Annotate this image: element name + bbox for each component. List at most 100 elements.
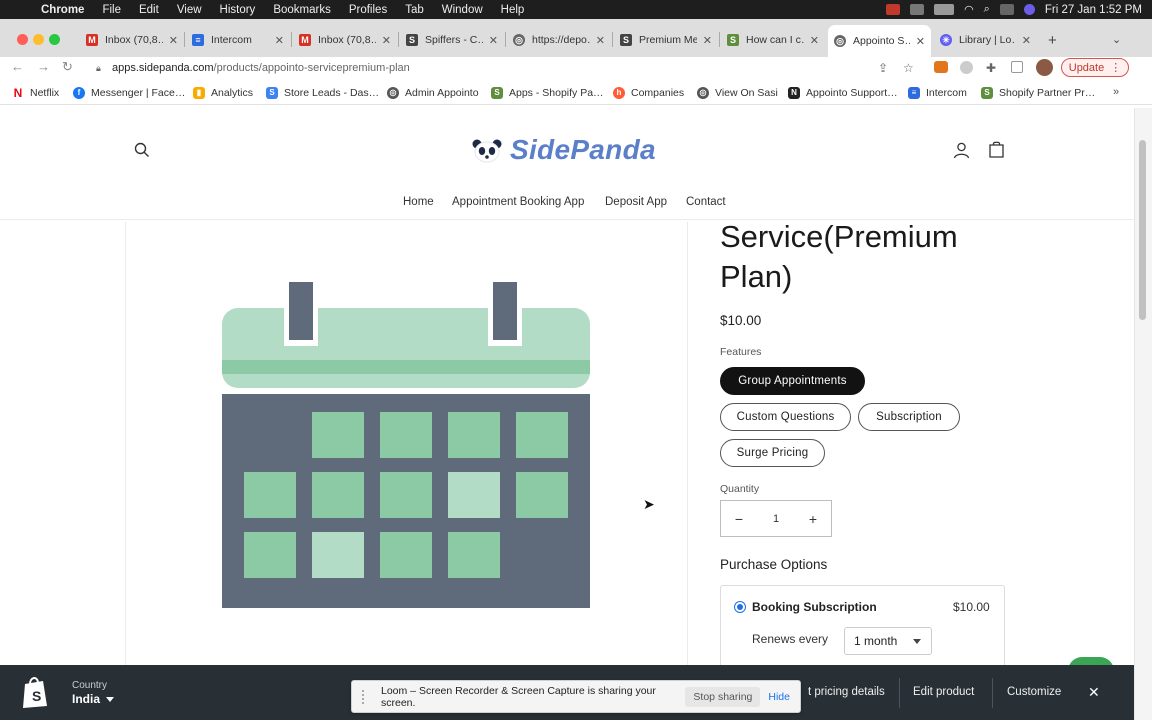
bookmark-star-icon[interactable]: ☆ — [903, 61, 914, 75]
close-icon[interactable]: ✕ — [703, 34, 712, 47]
metamask-extension-icon[interactable] — [934, 61, 948, 73]
edit-product-button[interactable]: Edit product — [913, 686, 974, 698]
customize-button[interactable]: Customize — [1007, 686, 1061, 698]
record-status-icon[interactable] — [886, 4, 901, 15]
renew-interval-select[interactable]: 1 month — [844, 627, 932, 655]
close-icon[interactable]: ✕ — [169, 34, 178, 47]
nav-contact[interactable]: Contact — [686, 196, 726, 208]
close-icon[interactable]: ✕ — [810, 34, 819, 47]
close-icon[interactable]: ✕ — [916, 35, 925, 48]
subscription-radio[interactable] — [734, 601, 746, 613]
control-center-icon[interactable] — [999, 4, 1014, 15]
shopify-bag-icon[interactable]: S — [20, 675, 50, 709]
country-selector[interactable]: India — [72, 692, 115, 706]
feature-group-appointments[interactable]: Group Appointments — [720, 367, 865, 395]
menu-profiles[interactable]: Profiles — [340, 4, 396, 16]
minus-icon[interactable]: − — [721, 511, 757, 527]
fullscreen-window-icon[interactable] — [49, 34, 60, 45]
nav-appointment-booking-app[interactable]: Appointment Booking App — [452, 196, 584, 208]
profile-avatar[interactable] — [1036, 59, 1053, 76]
bookmark-companies[interactable]: h Companies — [613, 87, 684, 99]
pricing-details-button[interactable]: t pricing details — [808, 686, 885, 698]
tab-inbox-1[interactable]: M Inbox (70,8… ✕ — [80, 27, 184, 53]
search-icon[interactable] — [134, 142, 150, 158]
feature-subscription[interactable]: Subscription — [858, 403, 960, 431]
tab-appointo-active[interactable]: ◎ Appointo S… ✕ — [828, 25, 931, 57]
menu-history[interactable]: History — [211, 4, 265, 16]
tab-depo[interactable]: ◎ https://depo… ✕ — [507, 27, 611, 53]
more-bookmarks-chevron-icon[interactable]: » — [1113, 86, 1119, 98]
close-icon[interactable]: ✕ — [1088, 684, 1100, 701]
bookmark-apps-shopify[interactable]: S Apps - Shopify Pa… — [491, 87, 604, 99]
stop-sharing-button[interactable]: Stop sharing — [685, 686, 761, 707]
drag-handle-icon[interactable] — [362, 689, 370, 704]
tab-spiffers[interactable]: S Spiffers - C… ✕ — [400, 27, 504, 53]
wifi-icon[interactable]: ◠ — [964, 3, 974, 16]
bookmark-netflix[interactable]: N Netflix — [12, 87, 60, 99]
bookmark-label: Apps - Shopify Pa… — [509, 87, 604, 99]
bookmark-messenger[interactable]: f Messenger | Face… — [73, 87, 185, 99]
close-window-icon[interactable] — [17, 34, 28, 45]
tab-intercom[interactable]: ≡ Intercom ✕ — [186, 27, 290, 53]
nav-home[interactable]: Home — [403, 196, 434, 208]
lock-icon[interactable]: 🔒︎ — [96, 63, 112, 74]
close-icon[interactable]: ✕ — [382, 34, 391, 47]
minimize-window-icon[interactable] — [33, 34, 44, 45]
tab-search-chevron-icon[interactable]: ⌄ — [1112, 33, 1121, 46]
cart-icon[interactable] — [988, 141, 1005, 159]
tab-how-can-i[interactable]: S How can I c… ✕ — [721, 27, 825, 53]
bookmark-view-on-sasi[interactable]: ◎ View On Sasi — [697, 87, 778, 99]
bluetooth-icon[interactable] — [910, 4, 925, 15]
bookmark-analytics[interactable]: ▮ Analytics — [193, 87, 253, 99]
store-logo[interactable]: SidePanda — [470, 134, 656, 166]
plus-icon[interactable]: + — [795, 511, 831, 527]
menu-bookmarks[interactable]: Bookmarks — [264, 4, 340, 16]
tab-inbox-2[interactable]: M Inbox (70,8… ✕ — [293, 27, 397, 53]
close-icon[interactable]: ✕ — [596, 34, 605, 47]
menubar-clock[interactable]: Fri 27 Jan 1:52 PM — [1045, 4, 1142, 16]
menu-window[interactable]: Window — [433, 4, 492, 16]
hide-banner-button[interactable]: Hide — [768, 691, 790, 703]
reload-icon[interactable]: ↻ — [62, 59, 73, 75]
quantity-stepper: − 1 + — [720, 500, 832, 537]
intercom-icon: ≡ — [192, 34, 204, 46]
close-icon[interactable]: ✕ — [489, 34, 498, 47]
bookmark-store-leads[interactable]: S Store Leads - Das… — [266, 87, 379, 99]
menu-file[interactable]: File — [93, 4, 130, 16]
bookmark-appointo-support[interactable]: N Appointo Support… — [788, 87, 898, 99]
address-bar[interactable]: 🔒︎ apps.sidepanda.com/products/appointo-… — [88, 58, 848, 78]
side-panel-icon[interactable] — [1011, 61, 1023, 73]
bookmark-shopify-partner[interactable]: S Shopify Partner Pr… — [981, 87, 1095, 99]
close-icon[interactable]: ✕ — [1022, 34, 1031, 47]
menu-view[interactable]: View — [168, 4, 211, 16]
back-arrow-icon[interactable]: ← — [11, 59, 24, 74]
nav-deposit-app[interactable]: Deposit App — [605, 196, 667, 208]
forward-arrow-icon[interactable]: → — [37, 59, 50, 74]
feature-surge-pricing[interactable]: Surge Pricing — [720, 439, 825, 467]
new-tab-plus-icon[interactable]: + — [1048, 32, 1057, 49]
close-icon[interactable]: ✕ — [275, 34, 284, 47]
bookmark-intercom[interactable]: ≡ Intercom — [908, 87, 967, 99]
page-scrollbar-thumb[interactable] — [1139, 140, 1146, 320]
tab-premium[interactable]: S Premium Me… ✕ — [614, 27, 718, 53]
menu-edit[interactable]: Edit — [130, 4, 168, 16]
update-label: Update — [1068, 61, 1105, 74]
menu-tab[interactable]: Tab — [396, 4, 433, 16]
chrome-update-button[interactable]: Update ⋮ — [1061, 58, 1129, 77]
feature-custom-questions[interactable]: Custom Questions — [720, 403, 851, 431]
analytics-icon: ▮ — [193, 87, 205, 99]
extension-icon[interactable] — [960, 61, 973, 74]
share-icon[interactable]: ⇪ — [878, 61, 888, 75]
spotlight-search-icon[interactable]: ⌕ — [984, 3, 990, 16]
menu-help[interactable]: Help — [492, 4, 534, 16]
battery-icon[interactable] — [934, 4, 955, 15]
quantity-input[interactable]: 1 — [757, 513, 795, 525]
extensions-puzzle-icon[interactable]: ✚ — [986, 61, 996, 75]
tab-label: Appointo S… — [853, 35, 910, 47]
account-icon[interactable] — [953, 142, 970, 159]
tab-loom-library[interactable]: ✳ Library | Lo… ✕ — [934, 27, 1037, 53]
tab-label: Inbox (70,8… — [105, 34, 163, 46]
menu-app-chrome[interactable]: Chrome — [32, 4, 93, 16]
siri-icon[interactable] — [1023, 4, 1035, 15]
bookmark-admin-appointo[interactable]: ◎ Admin Appointo — [387, 87, 479, 99]
